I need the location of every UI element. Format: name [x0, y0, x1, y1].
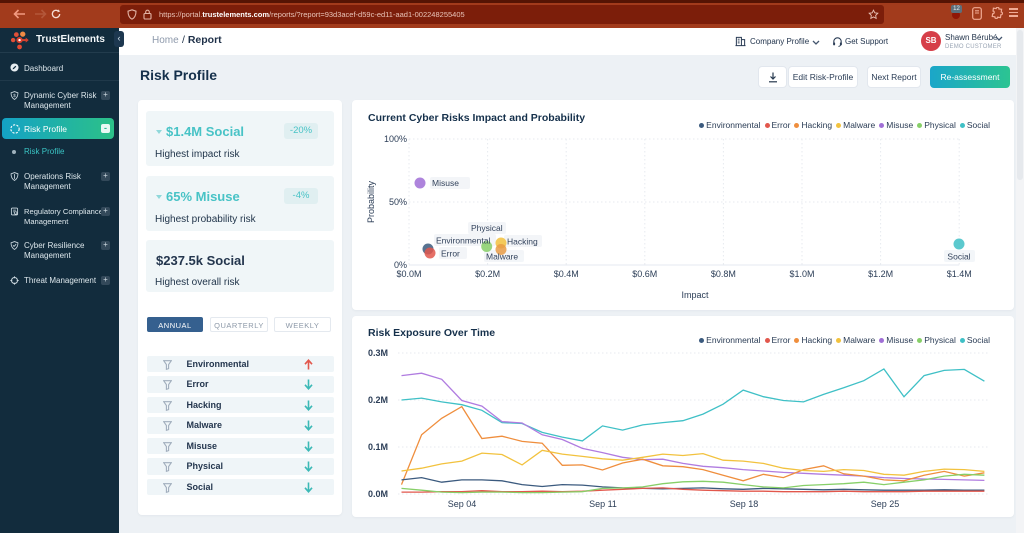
- svg-text:0.3M: 0.3M: [368, 348, 388, 358]
- svg-text:$0.0M: $0.0M: [396, 269, 421, 279]
- svg-text:0.2M: 0.2M: [368, 395, 388, 405]
- svg-text:$1.0M: $1.0M: [789, 269, 814, 279]
- svg-text:Malware: Malware: [486, 252, 518, 262]
- svg-text:Social: Social: [947, 252, 970, 262]
- svg-text:Sep 04: Sep 04: [448, 499, 477, 509]
- svg-text:0.0M: 0.0M: [368, 489, 388, 499]
- svg-text:100%: 100%: [384, 134, 407, 144]
- svg-text:Impact: Impact: [681, 290, 709, 300]
- svg-text:$0.4M: $0.4M: [554, 269, 579, 279]
- svg-text:Hacking: Hacking: [507, 237, 538, 247]
- svg-text:$0.6M: $0.6M: [632, 269, 657, 279]
- svg-text:$0.8M: $0.8M: [711, 269, 736, 279]
- svg-text:Misuse: Misuse: [432, 178, 459, 188]
- svg-text:$: $: [13, 93, 16, 99]
- svg-text:50%: 50%: [389, 197, 407, 207]
- svg-text:Sep 25: Sep 25: [871, 499, 900, 509]
- svg-text:$0.2M: $0.2M: [475, 269, 500, 279]
- svg-text:Error: Error: [441, 249, 460, 259]
- svg-text:Physical: Physical: [471, 223, 503, 233]
- svg-text:Sep 11: Sep 11: [589, 499, 617, 509]
- svg-text:Probability: Probability: [366, 180, 376, 223]
- svg-text:$1.4M: $1.4M: [947, 269, 972, 279]
- svg-text:Sep 18: Sep 18: [730, 499, 759, 509]
- svg-text:$1.2M: $1.2M: [868, 269, 893, 279]
- svg-text:0.1M: 0.1M: [368, 442, 388, 452]
- svg-text:Environmental: Environmental: [436, 236, 490, 246]
